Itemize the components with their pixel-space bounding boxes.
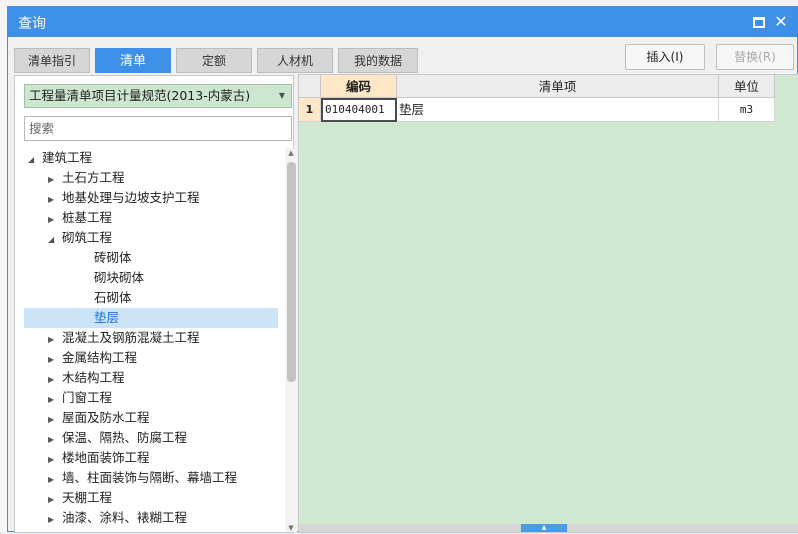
tree-item[interactable]: 垫层 (24, 308, 278, 328)
scroll-up-icon[interactable]: ▲ (286, 149, 296, 157)
tree-item-label: 砌块砌体 (94, 270, 145, 285)
expand-arrow-icon[interactable]: ▶ (48, 430, 62, 450)
grid-corner-header (299, 75, 321, 98)
scrollbar-thumb[interactable]: ▲ (521, 524, 567, 532)
grid-cell-item[interactable]: 垫层 (397, 98, 719, 122)
dialog-titlebar[interactable]: 查询 ✕ (8, 7, 797, 37)
results-grid: 编码 清单项 单位 1 010404001 垫层 m3 ▲ (298, 74, 798, 533)
collapse-arrow-icon[interactable]: ◢ (28, 150, 42, 170)
tree-item[interactable]: ▶ 木结构工程 (48, 368, 125, 388)
expand-arrow-icon[interactable]: ▶ (48, 350, 62, 370)
insert-button[interactable]: 插入(I) (625, 44, 705, 70)
tree-item-label: 混凝土及钢筋混凝土工程 (62, 330, 200, 345)
close-icon[interactable]: ✕ (771, 12, 791, 32)
tree-item-label: 油漆、涂料、裱糊工程 (62, 510, 188, 525)
tree-item[interactable]: ▶ 地基处理与边坡支护工程 (48, 188, 200, 208)
tree-item-label: 砌筑工程 (62, 230, 113, 245)
tree-item-label: 保温、隔热、防腐工程 (62, 430, 188, 445)
grid-cell-code[interactable]: 010404001 (321, 98, 397, 122)
tree-item-label: 地基处理与边坡支护工程 (62, 190, 200, 205)
tree-item[interactable]: ▶ 金属结构工程 (48, 348, 137, 368)
tree-item[interactable]: ▶ 天棚工程 (48, 488, 112, 508)
tree-item[interactable]: ▶ 保温、隔热、防腐工程 (48, 428, 187, 448)
tree-item-label: 楼地面装饰工程 (62, 450, 150, 465)
tab-quota[interactable]: 定额 (176, 48, 252, 73)
standard-select-value: 工程量清单项目计量规范(2013-内蒙古) (29, 88, 251, 103)
tree-item-label: 桩基工程 (62, 210, 113, 225)
expand-arrow-icon[interactable]: ▶ (48, 190, 62, 210)
tree-scrollbar[interactable]: ▲ ▼ (285, 148, 297, 532)
expand-arrow-icon[interactable]: ▶ (48, 370, 62, 390)
grid-header-unit[interactable]: 单位 (719, 75, 775, 98)
standard-select[interactable]: 工程量清单项目计量规范(2013-内蒙古) ▼ (24, 84, 292, 108)
scroll-down-icon[interactable]: ▼ (286, 524, 296, 532)
tree-item-label: 天棚工程 (62, 490, 113, 505)
tree-item-label: 木结构工程 (62, 370, 125, 385)
replace-button[interactable]: 替换(R) (716, 44, 794, 70)
tree-item-label: 屋面及防水工程 (62, 410, 150, 425)
tree-item[interactable]: ▶ 楼地面装饰工程 (48, 448, 150, 468)
tab-my-data[interactable]: 我的数据 (338, 48, 418, 73)
expand-arrow-icon[interactable]: ▶ (48, 330, 62, 350)
expand-arrow-icon[interactable]: ▶ (48, 170, 62, 190)
tree-item[interactable]: ▶ 土石方工程 (48, 168, 125, 188)
tree-item[interactable]: ▶ 桩基工程 (48, 208, 112, 228)
left-panel: 工程量清单项目计量规范(2013-内蒙古) ▼ ◢建筑工程▶土石方工程▶地基处理… (14, 75, 297, 534)
tree-item[interactable]: ▶ 墙、柱面装饰与隔断、幕墙工程 (48, 468, 237, 488)
grid-header-code[interactable]: 编码 (321, 75, 397, 98)
expand-arrow-icon[interactable]: ▶ (48, 410, 62, 430)
tree-item[interactable]: ◢ 建筑工程 (28, 148, 92, 168)
tree-item[interactable]: ▶ 混凝土及钢筋混凝土工程 (48, 328, 200, 348)
expand-arrow-icon[interactable]: ▶ (48, 490, 62, 510)
scrollbar-thumb[interactable] (287, 162, 296, 382)
tree-item[interactable]: ◢ 砌筑工程 (48, 228, 112, 248)
tab-labor-material-machine[interactable]: 人材机 (257, 48, 333, 73)
grid-cell-unit[interactable]: m3 (719, 98, 775, 122)
expand-arrow-icon[interactable]: ▶ (48, 450, 62, 470)
tree-item[interactable]: 石砌体 (80, 288, 132, 308)
tree-item[interactable]: ▶ 屋面及防水工程 (48, 408, 150, 428)
tree-item-label: 土石方工程 (62, 170, 125, 185)
tree-item-label: 金属结构工程 (62, 350, 138, 365)
tree-item-label: 墙、柱面装饰与隔断、幕墙工程 (62, 470, 238, 485)
tree-item[interactable]: 砌块砌体 (80, 268, 144, 288)
grid-horizontal-scrollbar[interactable]: ▲ (299, 524, 798, 532)
dialog-title: 查询 (18, 16, 46, 32)
tree-item[interactable]: ▶ 门窗工程 (48, 388, 112, 408)
expand-arrow-icon[interactable]: ▶ (48, 390, 62, 410)
search-input[interactable] (24, 116, 292, 141)
tree-item-label: 石砌体 (94, 290, 132, 305)
tree-item[interactable]: ▶ 油漆、涂料、裱糊工程 (48, 508, 187, 528)
grid-row-number[interactable]: 1 (299, 98, 321, 122)
tab-list[interactable]: 清单 (95, 48, 171, 73)
tree-item-label: 门窗工程 (62, 390, 113, 405)
expand-arrow-icon[interactable]: ▶ (48, 470, 62, 490)
tree-item-label: 建筑工程 (42, 150, 93, 165)
expand-arrow-icon[interactable]: ▶ (48, 210, 62, 230)
tree-item-label: 垫层 (94, 310, 120, 325)
chevron-down-icon: ▼ (278, 91, 285, 100)
tab-list-guide[interactable]: 清单指引 (14, 48, 90, 73)
grid-header-item[interactable]: 清单项 (397, 75, 719, 98)
collapse-arrow-icon[interactable]: ◢ (48, 230, 62, 250)
expand-arrow-icon[interactable]: ▶ (48, 510, 62, 530)
tree-item-label: 砖砌体 (94, 250, 132, 265)
tree-item[interactable]: 砖砌体 (80, 248, 132, 268)
maximize-icon[interactable] (749, 12, 769, 32)
category-tree: ◢ 建筑工程 ▶ 土石方工程 ▶ 地基处理与边坡支护工程 ▶ 桩基工程 ◢ 砌筑工程 砖砌体 砌块砌体… (24, 148, 278, 534)
query-dialog: 查询 ✕ 清单指引 清单 定额 人材机 我的数据 插入(I) 替换(R) 工程量… (7, 6, 798, 534)
